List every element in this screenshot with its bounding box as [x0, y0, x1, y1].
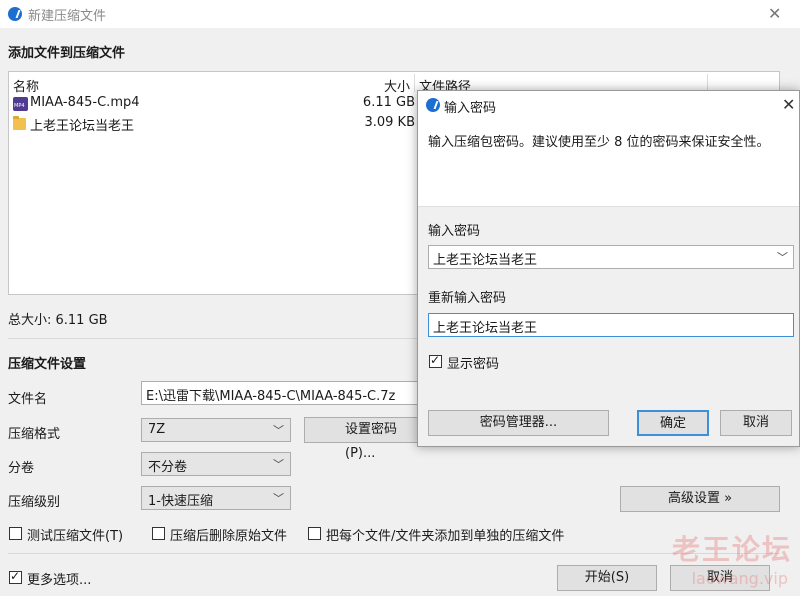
app-logo-icon	[426, 98, 440, 112]
dialog-cancel-button[interactable]: 取消	[720, 410, 792, 436]
password-dialog: 输入密码 ✕ 输入压缩包密码。建议使用至少 8 位的密码来保证安全性。 输入密码…	[417, 90, 800, 447]
split-label: 分卷	[8, 461, 35, 476]
file-row[interactable]: 上老王论坛当老王 3.09 KB	[13, 115, 415, 134]
settings-heading: 压缩文件设置	[8, 357, 87, 372]
format-select[interactable]: 7Z ﹀	[141, 418, 291, 442]
separate-archives-checkbox[interactable]	[308, 527, 321, 540]
add-files-heading: 添加文件到压缩文件	[8, 46, 126, 61]
chevron-down-icon: ﹀	[273, 492, 284, 505]
folder-icon	[13, 116, 26, 130]
total-size-text: 总大小: 6.11 GB	[8, 313, 108, 328]
set-password-button[interactable]: 设置密码(P)...	[304, 417, 424, 461]
dialog-title: 输入密码	[444, 101, 497, 116]
dialog-title-bar: 输入密码 ✕	[418, 91, 799, 119]
format-label: 压缩格式	[8, 427, 61, 442]
show-password-checkbox[interactable]	[429, 353, 442, 368]
show-password-label[interactable]: 显示密码	[447, 353, 499, 372]
enter-password-label: 输入密码	[428, 224, 481, 239]
level-select[interactable]: 1-快速压缩 ﹀	[141, 486, 291, 510]
test-archive-label[interactable]: 测试压缩文件(T)	[27, 525, 123, 544]
file-name: 上老王论坛当老王	[30, 119, 135, 134]
format-value: 7Z	[148, 422, 166, 437]
reenter-password-input[interactable]: 上老王论坛当老王	[428, 313, 794, 337]
watermark-url: laowang.vip	[691, 569, 788, 588]
ok-button[interactable]: 确定	[637, 410, 709, 436]
delete-source-checkbox[interactable]	[152, 527, 165, 540]
enter-password-value: 上老王论坛当老王	[433, 253, 538, 268]
separate-archives-label[interactable]: 把每个文件/文件夹添加到单独的压缩文件	[326, 525, 564, 544]
close-icon[interactable]: ✕	[782, 97, 795, 113]
more-options-checkbox[interactable]	[9, 569, 22, 584]
watermark-text: 老王论坛	[671, 533, 792, 566]
reenter-password-label: 重新输入密码	[428, 291, 507, 306]
delete-source-label[interactable]: 压缩后删除原始文件	[170, 525, 287, 544]
split-select[interactable]: 不分卷 ﹀	[141, 452, 291, 476]
window-title: 新建压缩文件	[28, 9, 107, 24]
divider	[8, 553, 780, 554]
enter-password-input[interactable]: 上老王论坛当老王 ﹀	[428, 245, 794, 269]
chevron-down-icon: ﹀	[273, 458, 284, 471]
dialog-description-panel: 输入压缩包密码。建议使用至少 8 位的密码来保证安全性。	[418, 119, 799, 207]
test-archive-checkbox[interactable]	[9, 527, 22, 540]
app-logo-icon	[8, 7, 22, 21]
close-icon[interactable]: ✕	[768, 6, 781, 22]
dialog-description: 输入压缩包密码。建议使用至少 8 位的密码来保证安全性。	[428, 135, 770, 150]
mp4-file-icon	[13, 97, 28, 111]
column-header-name[interactable]: 名称	[13, 76, 39, 95]
more-options-label[interactable]: 更多选项...	[27, 569, 91, 588]
chevron-down-icon[interactable]: ﹀	[777, 249, 788, 265]
chevron-down-icon: ﹀	[273, 424, 284, 437]
column-divider	[414, 74, 415, 92]
start-button[interactable]: 开始(S)	[557, 565, 657, 591]
main-title-bar: 新建压缩文件 ✕	[0, 0, 800, 28]
level-value: 1-快速压缩	[148, 494, 213, 509]
advanced-settings-button[interactable]: 高级设置 »	[620, 486, 780, 512]
file-size: 6.11 GB	[362, 95, 415, 110]
split-value: 不分卷	[148, 460, 188, 475]
filename-input[interactable]: E:\迅雷下载\MIAA-845-C\MIAA-845-C.7z	[141, 381, 419, 405]
file-name: MIAA-845-C.mp4	[30, 95, 140, 110]
file-size: 3.09 KB	[364, 115, 415, 130]
filename-label: 文件名	[8, 392, 48, 407]
level-label: 压缩级别	[8, 495, 61, 510]
column-header-size[interactable]: 大小	[384, 76, 410, 95]
file-row[interactable]: MIAA-845-C.mp4 6.11 GB	[13, 95, 415, 113]
password-manager-button[interactable]: 密码管理器...	[428, 410, 609, 436]
